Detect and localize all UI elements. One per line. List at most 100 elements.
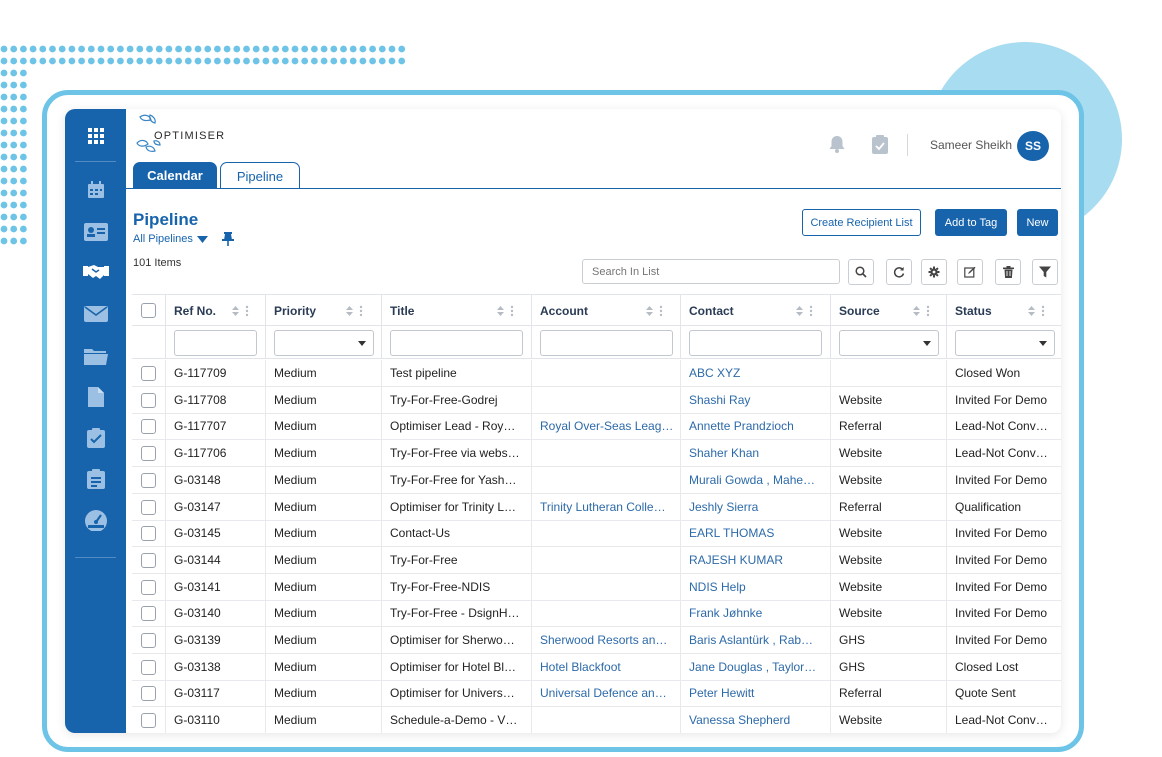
filter-icon	[1039, 266, 1051, 278]
cell-contact[interactable]: Shashi Ray	[689, 387, 825, 413]
row-checkbox[interactable]	[141, 446, 156, 462]
row-checkbox[interactable]	[141, 392, 156, 408]
tasks-clipboard-icon[interactable]	[872, 135, 888, 159]
table-row[interactable]: G-117708 Medium Try-For-Free-Godrej Shashi …	[132, 386, 1061, 414]
avatar[interactable]: SS	[1017, 131, 1049, 161]
priority-filter-select[interactable]	[274, 330, 374, 356]
folder-icon[interactable]	[65, 341, 126, 371]
row-checkbox[interactable]	[141, 472, 156, 488]
dashboard-gauge-icon[interactable]	[65, 505, 126, 535]
column-header-priority[interactable]: Priority	[274, 295, 316, 326]
table-row[interactable]: G-03144 Medium Try-For-Free RAJESH KUMAR Web…	[132, 546, 1061, 574]
sort-icon[interactable]	[495, 304, 517, 323]
search-input[interactable]	[582, 259, 840, 284]
edit-button[interactable]	[957, 259, 983, 285]
title-filter-input[interactable]	[390, 330, 523, 356]
pipeline-selector[interactable]: All Pipelines	[133, 233, 208, 245]
task-check-icon[interactable]	[65, 423, 126, 453]
source-filter-select[interactable]	[839, 330, 939, 356]
table-row[interactable]: G-03148 Medium Try-For-Free for Yash… Mural…	[132, 466, 1061, 494]
pin-icon[interactable]	[222, 232, 234, 251]
calendar-icon[interactable]	[65, 175, 126, 205]
table-row[interactable]: G-03139 Medium Optimiser for Sherwo… Sherwo…	[132, 627, 1061, 654]
handshake-icon[interactable]	[65, 257, 126, 287]
tab-pipeline[interactable]: Pipeline	[220, 162, 300, 189]
cell-contact[interactable]: Shaher Khan	[689, 440, 825, 466]
row-checkbox[interactable]	[141, 366, 156, 381]
cell-contact[interactable]: NDIS Help	[689, 574, 825, 600]
cell-contact[interactable]: Annette Prandzioch	[689, 413, 825, 439]
cell-contact[interactable]: Peter Hewitt	[689, 680, 825, 706]
row-checkbox[interactable]	[141, 633, 156, 648]
table-row[interactable]: G-03138 Medium Optimiser for Hotel Bl… Hote…	[132, 653, 1061, 681]
apps-grid-icon[interactable]	[65, 121, 126, 151]
sort-icon[interactable]	[344, 304, 366, 323]
new-button[interactable]: New	[1017, 209, 1058, 236]
refresh-button[interactable]	[886, 259, 912, 285]
table-row[interactable]: G-117707 Medium Optimiser Lead - Roy… Royal…	[132, 413, 1061, 441]
table-row[interactable]: G-03145 Medium Contact-Us EARL THOMAS Websit…	[132, 520, 1061, 548]
sort-icon[interactable]	[644, 304, 666, 323]
sort-icon[interactable]	[1026, 304, 1048, 323]
contact-card-icon[interactable]	[65, 217, 126, 247]
row-checkbox[interactable]	[141, 526, 156, 542]
table-row[interactable]: G-03147 Medium Optimiser for Trinity L… Tri…	[132, 493, 1061, 521]
cell-contact[interactable]: Vanessa Shepherd	[689, 707, 825, 733]
cell-contact[interactable]: Baris Aslantürk , Rab…	[689, 627, 825, 653]
cell-account[interactable]: Universal Defence an…	[540, 680, 676, 706]
ref-no-filter-input[interactable]	[174, 330, 257, 356]
cell-contact[interactable]: Frank Jøhnke	[689, 600, 825, 626]
cell-contact[interactable]: Jeshly Sierra	[689, 494, 825, 520]
settings-button[interactable]	[921, 259, 947, 285]
cell-account[interactable]: Royal Over-Seas Leag…	[540, 413, 676, 439]
tab-calendar[interactable]: Calendar	[133, 162, 217, 189]
cell-contact[interactable]: Murali Gowda , Mahe…	[689, 467, 825, 493]
table-row[interactable]: G-03117 Medium Optimiser for Univers… Unive…	[132, 680, 1061, 708]
contact-filter-input[interactable]	[689, 330, 822, 356]
column-header-ref-no[interactable]: Ref No.	[174, 295, 216, 326]
row-checkbox[interactable]	[141, 552, 156, 568]
select-all-checkbox[interactable]	[141, 303, 156, 318]
row-checkbox[interactable]	[141, 713, 156, 729]
row-checkbox[interactable]	[141, 579, 156, 595]
row-checkbox[interactable]	[141, 499, 156, 515]
row-checkbox[interactable]	[141, 659, 156, 675]
clipboard-list-icon[interactable]	[65, 464, 126, 494]
column-header-source[interactable]: Source	[839, 295, 880, 326]
status-filter-select[interactable]	[955, 330, 1055, 356]
column-header-status[interactable]: Status	[955, 295, 992, 326]
column-divider	[165, 600, 166, 628]
table-row[interactable]: G-03110 Medium Schedule-a-Demo - V… Vanessa…	[132, 707, 1061, 733]
search-button[interactable]	[848, 259, 874, 285]
table-row[interactable]: G-03140 Medium Try-For-Free - DsignH… Frank…	[132, 600, 1061, 628]
table-row[interactable]: G-117709 Medium Test pipeline ABC XYZ Closed…	[132, 360, 1061, 387]
column-header-contact[interactable]: Contact	[689, 295, 734, 326]
cell-account[interactable]: Sherwood Resorts an…	[540, 627, 676, 653]
bell-icon[interactable]	[829, 135, 845, 158]
table-row[interactable]: G-03141 Medium Try-For-Free-NDIS NDIS Help W…	[132, 573, 1061, 601]
account-filter-input[interactable]	[540, 330, 673, 356]
cell-contact[interactable]: Jane Douglas , Taylor…	[689, 654, 825, 680]
cell-account[interactable]: Hotel Blackfoot	[540, 654, 676, 680]
column-header-title[interactable]: Title	[390, 295, 414, 326]
column-header-account[interactable]: Account	[540, 295, 588, 326]
cell-account[interactable]: Trinity Lutheran Colle…	[540, 494, 676, 520]
page-title: Pipeline	[133, 210, 199, 229]
cell-contact[interactable]: ABC XYZ	[689, 360, 825, 386]
cell-contact[interactable]: RAJESH KUMAR	[689, 547, 825, 573]
table-row[interactable]: G-117706 Medium Try-For-Free via webs… Shah…	[132, 440, 1061, 468]
sort-icon[interactable]	[794, 304, 816, 323]
sidebar	[65, 109, 126, 733]
document-icon[interactable]	[65, 382, 126, 412]
delete-button[interactable]	[995, 259, 1021, 285]
row-checkbox[interactable]	[141, 606, 156, 622]
cell-contact[interactable]: EARL THOMAS	[689, 520, 825, 546]
filter-button[interactable]	[1032, 259, 1058, 285]
sort-icon[interactable]	[911, 304, 933, 323]
row-checkbox[interactable]	[141, 686, 156, 702]
add-to-tag-button[interactable]: Add to Tag	[935, 209, 1007, 236]
create-recipient-list-button[interactable]: Create Recipient List	[802, 209, 921, 236]
mail-icon[interactable]	[65, 299, 126, 329]
sort-icon[interactable]	[230, 304, 252, 323]
row-checkbox[interactable]	[141, 419, 156, 435]
